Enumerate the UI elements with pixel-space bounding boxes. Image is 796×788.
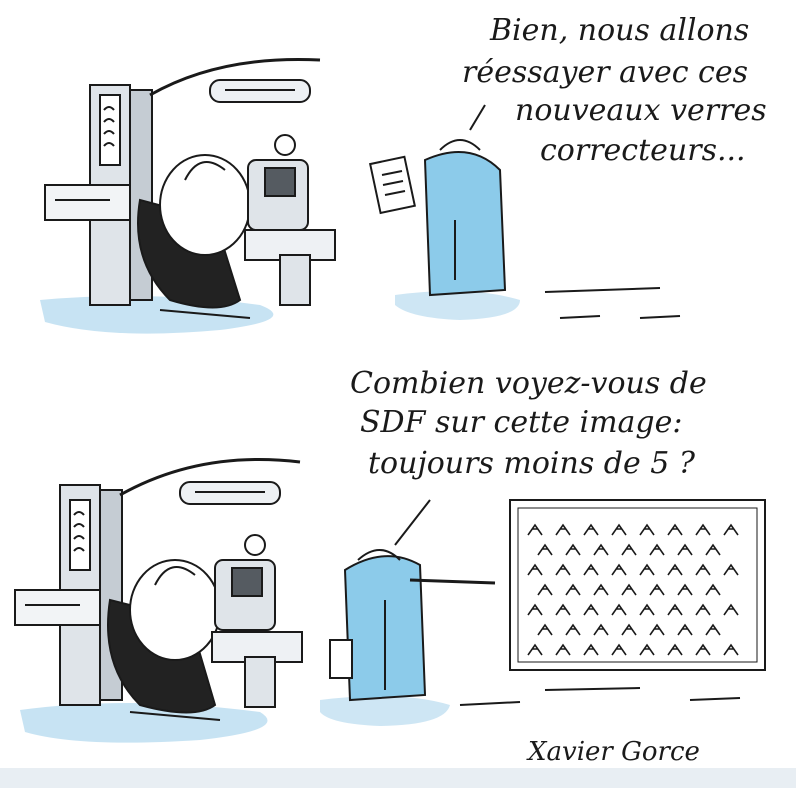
bottom-band	[0, 768, 796, 788]
speech-top-line-1: Bien, nous allons	[489, 13, 749, 48]
speech-bottom-line-2: SDF sur cette image:	[360, 405, 683, 440]
speech-top-line-4: correcteurs...	[540, 133, 746, 168]
patient-chair-bottom	[107, 559, 221, 721]
optician-bottom	[329, 499, 496, 702]
bottom-panel	[14, 457, 766, 743]
speech-bottom-line-3: toujours moins de 5 ?	[368, 446, 696, 481]
artist-signature: Xavier Gorce	[526, 737, 700, 767]
floor-lines-bottom	[459, 687, 741, 706]
speech-top-line-3: nouveaux verres	[515, 93, 767, 128]
speech-bottom: Combien voyez-vous de SDF sur cette imag…	[350, 366, 707, 481]
phoropter-top	[244, 134, 336, 306]
floor-lines-top	[544, 287, 681, 319]
speech-top: Bien, nous allons réessayer avec ces nou…	[462, 13, 767, 168]
cartoon-illustration: Bien, nous allons réessayer avec ces nou…	[14, 13, 767, 767]
patient-chair-top	[137, 154, 251, 319]
optician-top	[368, 104, 507, 297]
phoropter-bottom	[211, 534, 303, 708]
eye-chart	[509, 499, 766, 671]
speech-top-line-2: réessayer avec ces	[462, 55, 748, 90]
speech-bottom-line-1: Combien voyez-vous de	[350, 366, 707, 401]
